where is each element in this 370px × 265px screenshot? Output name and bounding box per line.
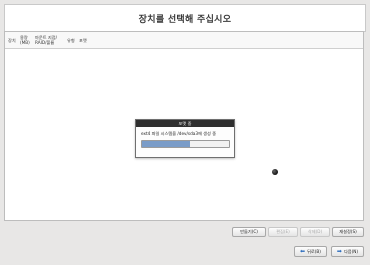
dialog-message: ext4 파일 시스템을 /dev/sda3에 생성 중 xyxy=(141,131,217,136)
column-size[interactable]: 용량 (MB) xyxy=(20,35,30,45)
column-mount[interactable]: 마운트 지점/ RAID/볼륨 xyxy=(35,35,57,45)
create-button[interactable]: 만들기(C) xyxy=(232,227,266,237)
progress-fill xyxy=(142,141,190,147)
mouse-cursor-icon xyxy=(272,169,278,175)
edit-button[interactable]: 편집(E) xyxy=(268,227,298,237)
dialog-title: 포맷 중 xyxy=(136,120,234,127)
column-type[interactable]: 유형 xyxy=(67,38,75,43)
page-header: 장치를 선택해 주십시오 xyxy=(4,4,366,32)
back-label: 뒤로(B) xyxy=(307,248,321,254)
next-button[interactable]: ➡ 다음(N) xyxy=(331,246,364,257)
next-arrow-icon: ➡ xyxy=(336,247,342,255)
table-header: 장치 용량 (MB) 마운트 지점/ RAID/볼륨 유형 포맷 xyxy=(5,32,363,49)
page-title: 장치를 선택해 주십시오 xyxy=(138,14,232,25)
delete-button[interactable]: 삭제(D) xyxy=(300,227,330,237)
progress-bar xyxy=(141,140,230,148)
column-format[interactable]: 포맷 xyxy=(79,38,87,43)
reset-button[interactable]: 재설정(S) xyxy=(332,227,364,237)
formatting-dialog: 포맷 중 ext4 파일 시스템을 /dev/sda3에 생성 중 xyxy=(135,119,235,158)
column-device[interactable]: 장치 xyxy=(8,38,16,43)
next-label: 다음(N) xyxy=(343,248,359,254)
installer-window: 장치를 선택해 주십시오 장치 용량 (MB) 마운트 지점/ RAID/볼륨 … xyxy=(0,0,370,265)
back-arrow-icon: ⬅ xyxy=(300,247,306,255)
back-button[interactable]: ⬅ 뒤로(B) xyxy=(294,246,327,257)
